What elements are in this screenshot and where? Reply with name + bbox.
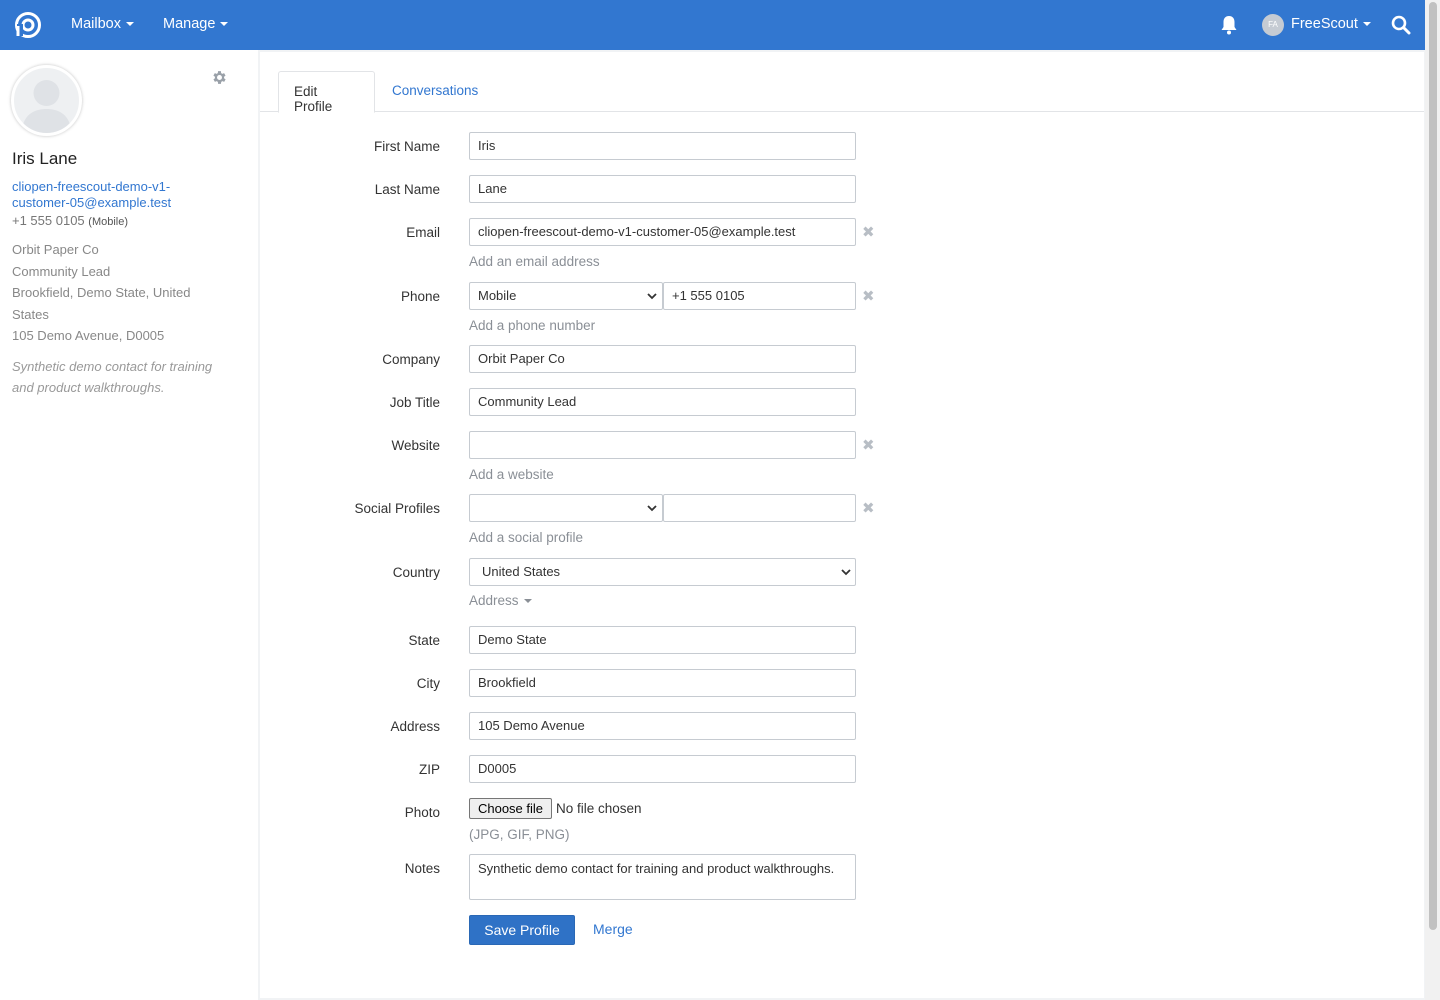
scrollbar-thumb[interactable] (1429, 2, 1437, 930)
remove-email-icon[interactable]: ✖ (862, 225, 875, 240)
gear-icon[interactable] (211, 69, 228, 86)
company-label: Company (382, 352, 440, 367)
zip-input[interactable]: D0005 (469, 755, 856, 783)
zip-label: ZIP (418, 762, 440, 777)
customer-details: Orbit Paper Co Community Lead Brookfield… (12, 239, 212, 347)
tab-conversations[interactable]: Conversations (377, 71, 493, 112)
user-menu[interactable]: FreeScout (1291, 16, 1371, 32)
social-profiles-label: Social Profiles (354, 501, 440, 516)
caret-down-icon (125, 22, 134, 27)
freescout-logo-icon[interactable] (14, 11, 42, 39)
main-panel: Edit Profile Conversations First Name Ir… (260, 52, 1424, 998)
customer-notes: Synthetic demo contact for training and … (12, 359, 213, 395)
customer-sidebar: Iris Lane cliopen-freescout-demo-v1-cust… (0, 50, 258, 1000)
address-input[interactable]: 105 Demo Avenue (469, 712, 856, 740)
chevron-down-icon (647, 293, 657, 300)
add-email-link[interactable]: Add an email address (469, 254, 600, 269)
country-label: Country (392, 565, 440, 580)
state-input[interactable]: Demo State (469, 626, 856, 654)
user-avatar[interactable]: FA (1262, 14, 1284, 36)
email-input[interactable]: cliopen-freescout-demo-v1-customer-05@ex… (469, 218, 856, 246)
manage-menu-label: Manage (163, 16, 216, 32)
address-toggle[interactable]: Address (469, 593, 532, 608)
remove-phone-icon[interactable]: ✖ (862, 289, 875, 304)
profile-tabs: Edit Profile Conversations (260, 52, 1424, 114)
website-label: Website (391, 438, 440, 453)
photo-format-hint: (JPG, GIF, PNG) (469, 827, 570, 842)
first-name-input[interactable]: Iris (469, 132, 856, 160)
phone-number-input[interactable]: +1 555 0105 (663, 282, 856, 310)
add-phone-link[interactable]: Add a phone number (469, 318, 595, 333)
merge-link[interactable]: Merge (593, 921, 633, 937)
city-label: City (416, 676, 440, 691)
tab-edit-profile[interactable]: Edit Profile (278, 71, 375, 114)
default-person-icon (22, 80, 71, 133)
user-menu-label: FreeScout (1291, 16, 1358, 32)
customer-phone-number: +1 555 0105 (12, 213, 85, 228)
manage-menu[interactable]: Manage (163, 16, 229, 32)
last-name-label: Last Name (374, 182, 440, 197)
city-input[interactable]: Brookfield (469, 669, 856, 697)
caret-down-icon (220, 22, 229, 27)
remove-social-icon[interactable]: ✖ (862, 501, 875, 516)
website-input[interactable] (469, 431, 856, 459)
state-label: State (408, 633, 440, 648)
customer-email-link[interactable]: cliopen-freescout-demo-v1-customer-05@ex… (12, 179, 212, 211)
notes-textarea[interactable]: Synthetic demo contact for training and … (469, 854, 856, 900)
photo-label: Photo (404, 805, 440, 820)
bell-icon[interactable] (1220, 15, 1238, 35)
social-profile-input[interactable] (663, 494, 856, 522)
email-label: Email (406, 225, 440, 240)
top-navbar: Mailbox Manage FA FreeScout (0, 0, 1425, 50)
customer-phone-type: (Mobile) (88, 216, 129, 228)
address-label: Address (390, 719, 440, 734)
choose-file-button[interactable]: Choose file (469, 798, 552, 819)
last-name-input[interactable]: Lane (469, 175, 856, 203)
mailbox-menu[interactable]: Mailbox (71, 16, 134, 32)
caret-down-icon (523, 599, 532, 604)
customer-company: Orbit Paper Co (12, 242, 99, 257)
search-icon[interactable] (1391, 15, 1411, 35)
company-input[interactable]: Orbit Paper Co (469, 345, 856, 373)
customer-phone: +1 555 0105 (Mobile) (12, 213, 128, 228)
job-title-label: Job Title (389, 395, 440, 410)
chevron-down-icon (647, 505, 657, 512)
save-profile-button[interactable]: Save Profile (469, 915, 575, 945)
job-title-input[interactable]: Community Lead (469, 388, 856, 416)
add-website-link[interactable]: Add a website (469, 467, 554, 482)
remove-website-icon[interactable]: ✖ (862, 438, 875, 453)
add-social-link[interactable]: Add a social profile (469, 530, 583, 545)
notes-label: Notes (404, 861, 440, 876)
mailbox-menu-label: Mailbox (71, 16, 121, 32)
customer-location: Brookfield, Demo State, United States (12, 285, 191, 322)
social-type-select[interactable] (469, 494, 663, 522)
address-toggle-label: Address (469, 593, 519, 608)
customer-job-title: Community Lead (12, 263, 111, 279)
customer-avatar (11, 65, 82, 136)
customer-name: Iris Lane (12, 149, 78, 168)
chevron-down-icon (841, 569, 851, 576)
phone-type-select[interactable]: Mobile (469, 282, 663, 310)
country-select[interactable]: United States (469, 558, 856, 586)
first-name-label: First Name (373, 139, 440, 154)
customer-address: 105 Demo Avenue, D0005 (12, 328, 165, 343)
caret-down-icon (1362, 22, 1371, 27)
no-file-text: No file chosen (556, 801, 642, 816)
phone-label: Phone (400, 289, 440, 304)
